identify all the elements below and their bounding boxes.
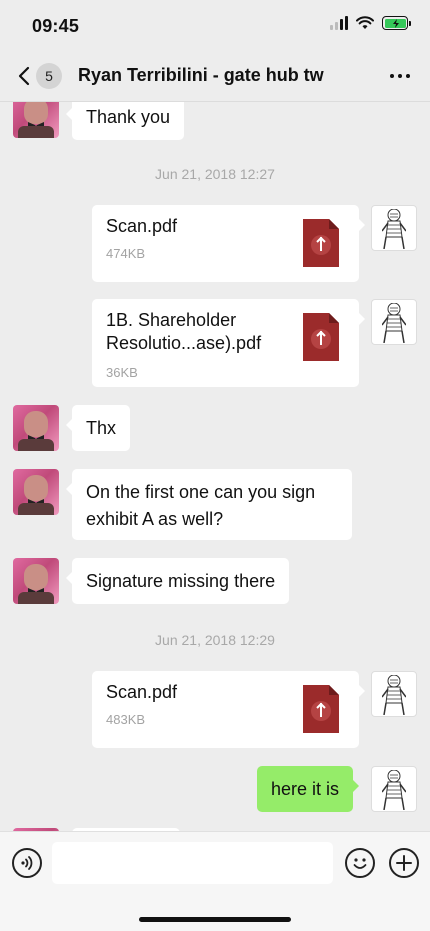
- message-bubble[interactable]: Thx: [65, 405, 131, 451]
- unread-count-badge[interactable]: 5: [36, 63, 62, 89]
- charging-bolt-icon: [392, 18, 399, 28]
- message-text: here it is: [271, 779, 340, 799]
- wifi-icon: [356, 16, 374, 29]
- mummy-avatar-icon: [382, 675, 406, 715]
- file-size: 36KB: [106, 365, 138, 380]
- contact-avatar[interactable]: [13, 469, 59, 515]
- mummy-avatar-icon: [382, 303, 406, 343]
- my-avatar[interactable]: [371, 766, 417, 812]
- message-text: Thx: [86, 418, 117, 438]
- file-message-card[interactable]: Scan.pdf 483KB: [92, 671, 365, 748]
- file-name: Scan.pdf: [106, 216, 178, 236]
- message-timestamp: Jun 21, 2018 12:27: [155, 166, 275, 182]
- voice-icon[interactable]: [12, 848, 42, 878]
- message-text: Thank you: [86, 107, 171, 127]
- message-timestamp: Jun 21, 2018 12:29: [155, 632, 275, 648]
- contact-avatar[interactable]: [13, 102, 59, 138]
- file-name: Scan.pdf: [106, 682, 178, 702]
- chat-header: 5 Ryan Terribilini - gate hub tw: [0, 50, 430, 102]
- file-name: 1B. Shareholder Resolutio...ase).pdf: [106, 310, 262, 353]
- my-avatar[interactable]: [371, 671, 417, 717]
- contact-avatar[interactable]: [13, 405, 59, 451]
- file-message-card[interactable]: Scan.pdf 474KB: [92, 205, 365, 282]
- file-size: 474KB: [106, 246, 146, 261]
- message-text: On the first one can you sign exhibit A …: [86, 482, 316, 529]
- mummy-avatar-icon: [382, 209, 406, 249]
- message-list[interactable]: Thank you Jun 21, 2018 12:27 Scan.pdf 47…: [0, 102, 430, 831]
- my-avatar[interactable]: [371, 205, 417, 251]
- mummy-avatar-icon: [382, 770, 406, 810]
- message-bubble[interactable]: here it is: [257, 766, 360, 812]
- file-message-card[interactable]: 1B. Shareholder Resolutio...ase).pdf 36K…: [92, 299, 365, 387]
- pdf-icon: [303, 219, 339, 267]
- message-bubble[interactable]: Signature missing there: [65, 558, 290, 604]
- battery-icon: [382, 16, 411, 30]
- file-size: 483KB: [106, 712, 146, 727]
- message-input[interactable]: [52, 842, 333, 884]
- back-icon[interactable]: [14, 64, 36, 88]
- more-icon[interactable]: [390, 74, 410, 78]
- plus-icon[interactable]: [389, 848, 419, 878]
- message-text: Signature missing there: [86, 571, 276, 591]
- contact-avatar[interactable]: [13, 558, 59, 604]
- status-icons: [330, 16, 411, 30]
- chat-title: Ryan Terribilini - gate hub tw: [78, 65, 324, 85]
- message-bubble[interactable]: Thank you: [65, 102, 185, 140]
- my-avatar[interactable]: [371, 299, 417, 345]
- pdf-icon: [303, 313, 339, 361]
- status-time: 09:45: [32, 16, 80, 36]
- status-bar: 09:45: [0, 0, 430, 50]
- cellular-signal-icon: [330, 16, 348, 30]
- pdf-icon: [303, 685, 339, 733]
- message-input-bar: [0, 831, 430, 931]
- message-bubble[interactable]: On the first one can you sign exhibit A …: [66, 469, 352, 540]
- emoji-icon[interactable]: [345, 848, 375, 878]
- home-indicator[interactable]: [139, 917, 291, 922]
